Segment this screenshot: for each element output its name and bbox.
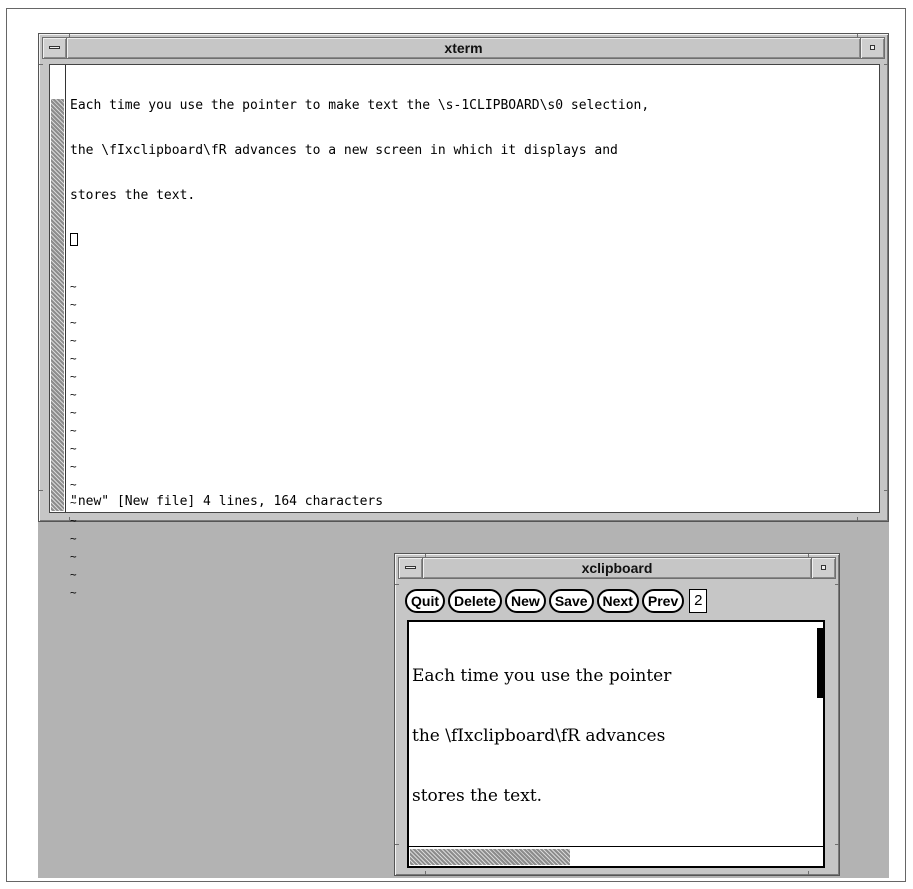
horizontal-scrollbar-thumb[interactable] — [410, 849, 570, 865]
empty-line-tilde: ~ — [70, 388, 77, 401]
minimize-icon — [821, 565, 826, 570]
empty-line-tilde: ~ — [70, 280, 77, 293]
horizontal-scrollbar[interactable] — [409, 846, 823, 866]
frame-corner — [808, 871, 809, 875]
window-menu-icon — [49, 46, 60, 49]
terminal-area[interactable]: Each time you use the pointer to make te… — [49, 64, 880, 599]
frame-corner — [395, 584, 399, 585]
clipboard-text-area[interactable]: Each time you use the pointer the \fIxcl… — [407, 620, 825, 868]
clipboard-line: Each time you use the pointer — [412, 666, 672, 686]
save-button[interactable]: Save — [548, 589, 594, 613]
terminal-text: Each time you use the pointer to make te… — [70, 68, 875, 632]
vertical-scroll-indicator[interactable] — [817, 628, 823, 698]
quit-button[interactable]: Quit — [405, 589, 445, 613]
empty-line-tilde: ~ — [70, 424, 77, 437]
frame-corner — [425, 871, 426, 875]
clipboard-line: stores the text. — [412, 786, 543, 806]
frame-corner — [884, 490, 888, 491]
delete-button[interactable]: Delete — [448, 589, 503, 613]
xterm-window: xterm Each time you use the pointer to m… — [38, 33, 889, 599]
empty-line-tilde: ~ — [70, 406, 77, 419]
page-number-label: 2 — [689, 589, 708, 613]
xclipboard-title: xclipboard — [423, 558, 811, 578]
minimize-icon — [870, 45, 875, 50]
empty-line-tilde: ~ — [70, 460, 77, 473]
vi-status-line: "new" [New file] 4 lines, 164 characters — [70, 494, 384, 509]
empty-line-tilde: ~ — [70, 334, 77, 347]
next-button[interactable]: Next — [596, 589, 639, 613]
frame-corner — [395, 844, 399, 845]
xterm-title: xterm — [67, 38, 860, 58]
minimize-button[interactable] — [860, 38, 884, 58]
clipboard-text: Each time you use the pointer the \fIxcl… — [412, 626, 823, 846]
empty-line-tilde: ~ — [70, 352, 77, 365]
minimize-button[interactable] — [811, 558, 835, 578]
scrollbar-thumb[interactable] — [51, 99, 64, 511]
frame-corner — [39, 490, 43, 491]
text-cursor — [70, 233, 875, 248]
empty-line-tilde: ~ — [70, 298, 77, 311]
empty-line-tilde: ~ — [70, 478, 77, 491]
window-menu-button[interactable] — [43, 38, 67, 58]
clipboard-line: the \fIxclipboard\fR advances — [412, 726, 666, 746]
window-menu-button[interactable] — [399, 558, 423, 578]
xclipboard-window: xclipboard Quit Delete New Save Next Pre… — [394, 553, 840, 876]
empty-line-tilde: ~ — [70, 316, 77, 329]
xterm-titlebar[interactable]: xterm — [42, 37, 885, 59]
empty-line-tilde: ~ — [70, 370, 77, 383]
window-menu-icon — [405, 566, 416, 569]
frame-corner — [835, 844, 839, 845]
frame-corner — [835, 584, 839, 585]
empty-line-tilde: ~ — [70, 514, 77, 527]
frame-corner — [884, 64, 888, 65]
xclipboard-titlebar[interactable]: xclipboard — [398, 557, 836, 579]
empty-line-tilde: ~ — [70, 532, 77, 545]
terminal-line: Each time you use the pointer to make te… — [70, 98, 650, 113]
empty-line-tilde: ~ — [70, 442, 77, 455]
terminal-line: stores the text. — [70, 188, 196, 203]
terminal-scrollbar[interactable] — [50, 65, 66, 512]
xclipboard-button-row: Quit Delete New Save Next Prev 2 — [405, 588, 708, 614]
terminal-line: the \fIxclipboard\fR advances to a new s… — [70, 143, 618, 158]
prev-button[interactable]: Prev — [641, 589, 685, 613]
frame-corner — [39, 64, 43, 65]
new-button[interactable]: New — [505, 589, 546, 613]
